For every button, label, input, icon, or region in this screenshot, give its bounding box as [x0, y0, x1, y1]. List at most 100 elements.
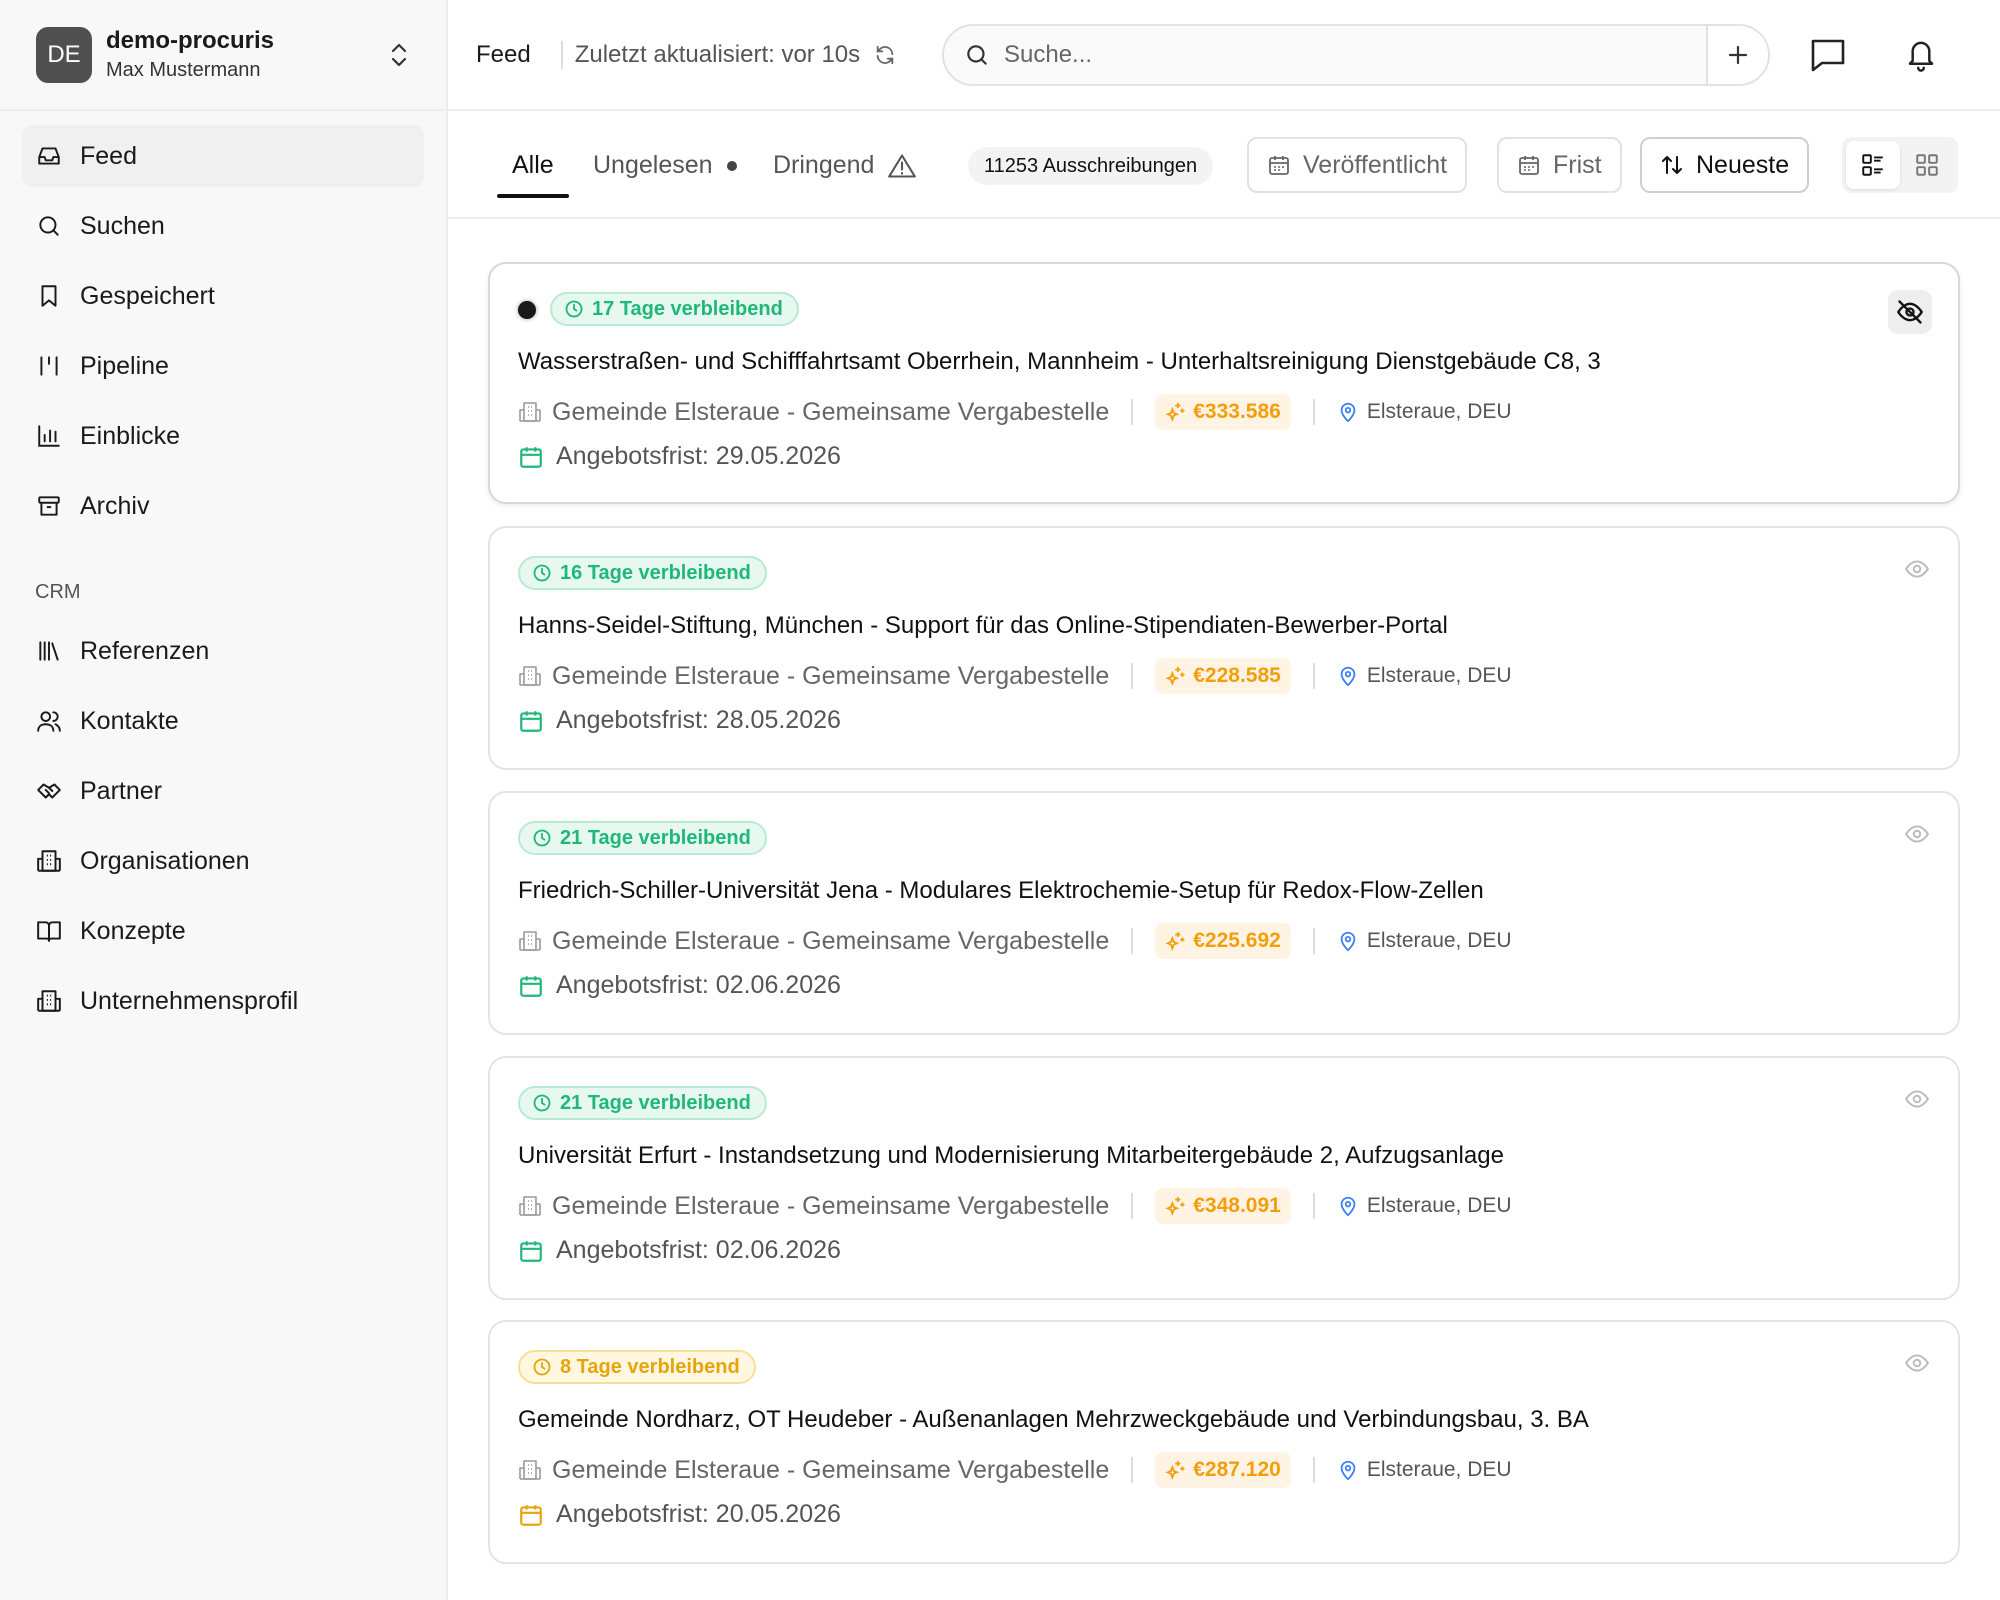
divider	[1131, 1193, 1134, 1219]
grid-view-icon[interactable]	[1900, 141, 1954, 189]
nav-item-references[interactable]: Referenzen	[22, 620, 424, 682]
value-label: €333.586	[1193, 400, 1281, 423]
building-icon	[518, 400, 542, 424]
sort-button[interactable]: Neueste	[1640, 137, 1810, 193]
nav-label: Kontakte	[80, 706, 179, 735]
nav-item-search[interactable]: Suchen	[22, 195, 424, 257]
add-button[interactable]	[1706, 26, 1768, 84]
tender-title[interactable]: Wasserstraßen- und Schifffahrtsamt Oberr…	[518, 348, 1601, 376]
tender-meta: Gemeinde Elsteraue - Gemeinsame Vergabes…	[518, 1186, 1512, 1226]
tab-urgent[interactable]: Dringend	[773, 151, 917, 180]
list-view-icon[interactable]	[1846, 141, 1900, 189]
plus-icon	[1728, 45, 1748, 65]
nav-label: Referenzen	[80, 636, 210, 665]
deadline-label: Angebotsfrist: 02.06.2026	[556, 1236, 841, 1264]
nav-section-crm: CRM	[35, 581, 81, 603]
button-label: Neueste	[1696, 150, 1790, 179]
nav-item-insights[interactable]: Einblicke	[22, 405, 424, 467]
calendar-icon	[520, 710, 542, 732]
tender-deadline: Angebotsfrist: 20.05.2026	[518, 1500, 841, 1529]
tab-all[interactable]: Alle	[512, 151, 554, 180]
tender-deadline: Angebotsfrist: 28.05.2026	[518, 706, 841, 735]
search-input[interactable]	[1004, 41, 1706, 69]
map-pin-icon	[1340, 931, 1356, 952]
tender-title[interactable]: Hanns-Seidel-Stiftung, München - Support…	[518, 612, 1448, 640]
remaining-days-badge: 21 Tage verbleibend	[518, 1086, 767, 1120]
eye-icon[interactable]	[1904, 821, 1930, 847]
badge-label: 16 Tage verbleibend	[560, 561, 751, 584]
published-filter-button[interactable]: Veröffentlicht	[1247, 137, 1468, 193]
nav-item-pipeline[interactable]: Pipeline	[22, 335, 424, 397]
badge-label: 8 Tage verbleibend	[560, 1355, 740, 1378]
location: Elsteraue, DEU	[1337, 1194, 1512, 1218]
tender-card[interactable]: 17 Tage verbleibend Wasserstraßen- und S…	[488, 262, 1960, 504]
nav-label: Archiv	[80, 491, 150, 520]
handshake-icon	[37, 783, 61, 799]
tender-card[interactable]: 21 Tage verbleibend Friedrich-Schiller-U…	[488, 791, 1960, 1035]
nav-label: Organisationen	[80, 846, 250, 875]
tab-unread[interactable]: Ungelesen	[593, 151, 737, 180]
tender-meta: Gemeinde Elsteraue - Gemeinsame Vergabes…	[518, 656, 1512, 696]
calendar-icon	[520, 1504, 542, 1526]
tender-title[interactable]: Friedrich-Schiller-Universität Jena - Mo…	[518, 877, 1484, 905]
sparkle-icon	[1165, 666, 1185, 686]
tender-card[interactable]: 21 Tage verbleibend Universität Erfurt -…	[488, 1056, 1960, 1300]
value-label: €225.692	[1193, 929, 1281, 952]
nav-label: Suchen	[80, 211, 165, 240]
nav-item-organisations[interactable]: Organisationen	[22, 830, 424, 892]
workspace-switcher[interactable]: DE demo-procuris Max Mustermann	[0, 0, 446, 111]
deadline-filter-button[interactable]: Frist	[1497, 137, 1622, 193]
tender-organisation: Gemeinde Elsteraue - Gemeinsame Vergabes…	[552, 661, 1110, 690]
nav-item-feed[interactable]: Feed	[22, 125, 424, 187]
tender-card[interactable]: 8 Tage verbleibend Gemeinde Nordharz, OT…	[488, 1320, 1960, 1564]
divider	[560, 40, 563, 69]
deadline-label: Angebotsfrist: 02.06.2026	[556, 971, 841, 999]
eye-icon[interactable]	[1904, 1350, 1930, 1376]
clock-icon	[533, 1358, 551, 1376]
page-title: Feed	[476, 40, 531, 68]
location-label: Elsteraue, DEU	[1366, 929, 1512, 952]
building-icon	[37, 850, 61, 872]
tender-card[interactable]: 16 Tage verbleibend Hanns-Seidel-Stiftun…	[488, 526, 1960, 770]
sort-arrows-icon	[1662, 156, 1682, 174]
button-label: Veröffentlicht	[1303, 150, 1448, 179]
tab-label: Alle	[512, 151, 554, 179]
nav-item-saved[interactable]: Gespeichert	[22, 265, 424, 327]
divider	[1312, 399, 1315, 425]
tender-title[interactable]: Universität Erfurt - Instandsetzung und …	[518, 1142, 1504, 1170]
value-label: €348.091	[1193, 1194, 1281, 1217]
remaining-days-badge: 8 Tage verbleibend	[518, 1350, 756, 1384]
tender-deadline: Angebotsfrist: 02.06.2026	[518, 1236, 841, 1265]
nav-item-concepts[interactable]: Konzepte	[22, 900, 424, 962]
tender-deadline: Angebotsfrist: 02.06.2026	[518, 971, 841, 1000]
deadline-label: Angebotsfrist: 20.05.2026	[556, 1500, 841, 1528]
main-nav: Feed Suchen Gespeichert Pipeline Einblic…	[0, 111, 446, 1032]
eye-off-icon[interactable]	[1888, 290, 1932, 334]
topbar: Feed Zuletzt aktualisiert: vor 10s	[448, 0, 2000, 111]
search-icon	[39, 216, 59, 236]
sparkle-icon	[1165, 1196, 1185, 1216]
divider	[1131, 399, 1134, 425]
map-pin-icon	[1340, 666, 1356, 687]
badge-label: 21 Tage verbleibend	[560, 1091, 751, 1114]
nav-item-partner[interactable]: Partner	[22, 760, 424, 822]
nav-label: Pipeline	[80, 351, 169, 380]
refresh-icon[interactable]	[874, 44, 896, 66]
result-count-badge: 11253 Ausschreibungen	[968, 147, 1214, 185]
last-updated: Zuletzt aktualisiert: vor 10s	[574, 40, 861, 68]
archive-icon	[38, 496, 60, 516]
location-label: Elsteraue, DEU	[1366, 1194, 1512, 1217]
tender-title[interactable]: Gemeinde Nordharz, OT Heudeber - Außenan…	[518, 1406, 1589, 1434]
badge-label: 21 Tage verbleibend	[560, 826, 751, 849]
sidebar: DE demo-procuris Max Mustermann Feed Suc…	[0, 0, 448, 1600]
search-icon	[964, 42, 990, 68]
warning-icon	[888, 153, 917, 179]
nav-item-company-profile[interactable]: Unternehmensprofil	[22, 970, 424, 1032]
message-icon[interactable]	[1810, 38, 1846, 72]
bell-icon[interactable]	[1904, 36, 1938, 72]
clock-icon	[533, 564, 551, 582]
eye-icon[interactable]	[1904, 556, 1930, 582]
nav-item-contacts[interactable]: Kontakte	[22, 690, 424, 752]
eye-icon[interactable]	[1904, 1086, 1930, 1112]
nav-item-archive[interactable]: Archiv	[22, 475, 424, 537]
